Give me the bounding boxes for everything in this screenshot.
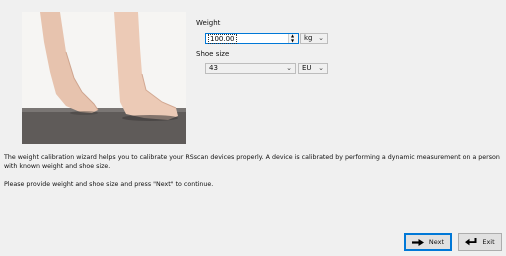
exit-button-label: Exit — [482, 238, 495, 246]
shoe-size-system-value: EU — [302, 64, 312, 72]
next-button-label: Next — [428, 238, 445, 246]
description-line-2: with known weight and shoe size. — [4, 163, 111, 170]
weight-input[interactable]: 100.00 ▲ ▼ — [205, 33, 299, 44]
chevron-down-icon: ⌄ — [318, 34, 324, 42]
spin-down-icon[interactable]: ▼ — [291, 39, 294, 43]
weight-value: 100.00 — [208, 34, 237, 44]
instruction-text: Please provide weight and shoe size and … — [4, 181, 214, 188]
weight-unit-value: kg — [304, 34, 313, 42]
shoe-size-label: Shoe size — [196, 50, 230, 58]
exit-button[interactable]: Exit — [458, 233, 502, 251]
return-arrow-icon — [465, 238, 477, 246]
weight-label: Weight — [196, 19, 221, 27]
arrow-right-icon — [411, 238, 424, 246]
description-line-1: The weight calibration wizard helps you … — [4, 154, 500, 161]
weight-unit-select[interactable]: kg ⌄ — [300, 33, 328, 44]
shoe-size-system-select[interactable]: EU ⌄ — [298, 63, 328, 74]
next-button[interactable]: Next — [404, 233, 452, 251]
shoe-size-select[interactable]: 43 ⌄ — [205, 63, 296, 74]
shoe-size-value: 43 — [209, 64, 218, 72]
weight-spinner[interactable]: ▲ ▼ — [288, 34, 298, 43]
chevron-down-icon: ⌄ — [318, 64, 324, 72]
chevron-down-icon: ⌄ — [286, 64, 292, 72]
walking-feet-image — [22, 12, 186, 144]
